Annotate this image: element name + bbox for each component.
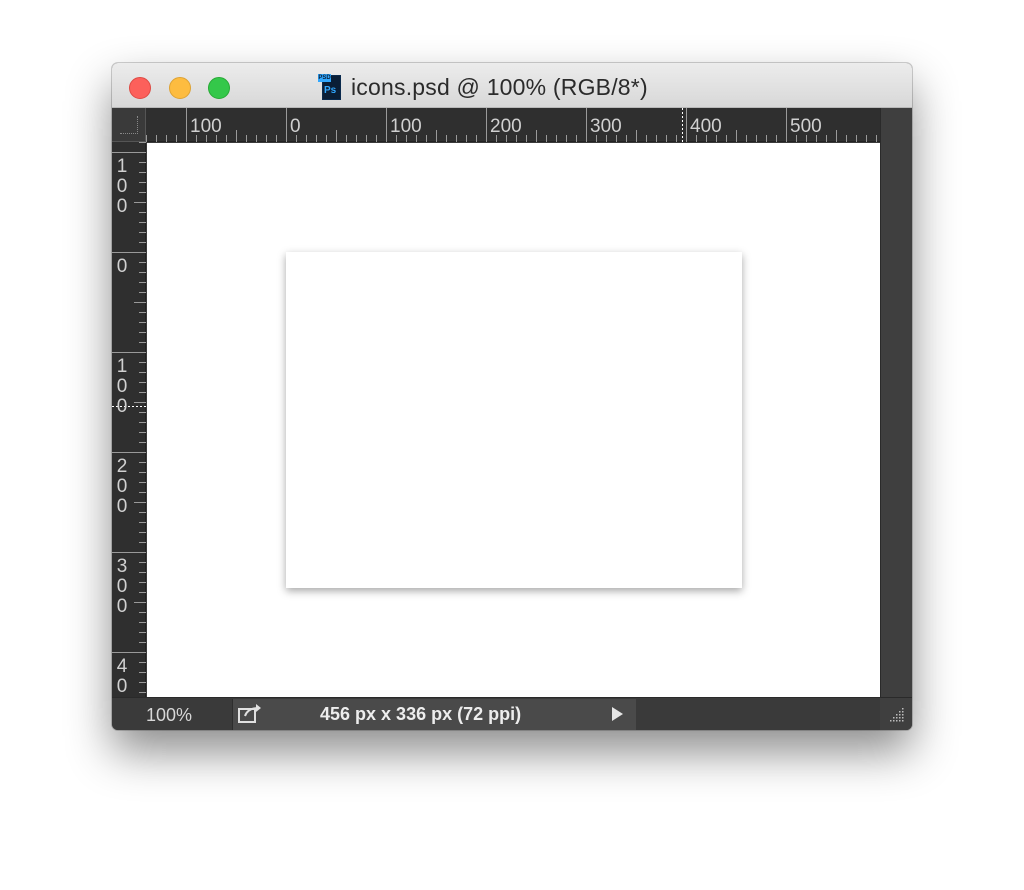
vruler-label: 100 (116, 156, 128, 217)
ps-letters: Ps (324, 85, 337, 96)
psd-file-icon: PSD Ps (318, 73, 342, 101)
horizontal-ruler[interactable]: 100 0 100 200 300 400 500 (146, 108, 880, 142)
minimize-icon[interactable] (169, 77, 191, 99)
play-triangle-icon[interactable] (612, 707, 623, 721)
document-size-text: 456 px x 336 px (72 ppi) (320, 704, 522, 724)
grip-dot (896, 714, 898, 716)
grip-dot (902, 720, 904, 722)
grip-dot (899, 711, 901, 713)
title-bar[interactable]: PSD Ps icons.psd @ 100% (RGB/8*) (112, 63, 912, 108)
hruler-label: 0 (290, 116, 301, 137)
hruler-label: 400 (690, 116, 722, 137)
hruler-label: 500 (790, 116, 822, 137)
grip-dot (893, 717, 895, 719)
window-title-group: PSD Ps icons.psd @ 100% (RGB/8*) (318, 72, 648, 102)
hruler-label: 100 (390, 116, 422, 137)
grip-dot (899, 717, 901, 719)
document-info-field[interactable]: 456 px x 336 px (72 ppi) (268, 699, 636, 730)
grip-dot (899, 720, 901, 722)
grip-dot (899, 714, 901, 716)
grip-dot (902, 711, 904, 713)
document-artboard[interactable] (286, 252, 742, 588)
vruler-label: 40 (116, 656, 128, 697)
psd-tag: PSD (318, 74, 331, 82)
right-scroll-gutter[interactable] (880, 108, 912, 697)
share-icon (238, 704, 261, 723)
hruler-label: 100 (190, 116, 222, 137)
resize-grip[interactable] (880, 698, 912, 730)
grip-dot (902, 717, 904, 719)
hruler-label: 200 (490, 116, 522, 137)
share-button[interactable] (232, 699, 268, 730)
zoom-level[interactable]: 100% (146, 705, 192, 726)
vruler-label: 200 (116, 456, 128, 517)
vertical-ruler[interactable]: 100 0 100 200 300 40 (112, 142, 146, 697)
vruler-label: 300 (116, 556, 128, 617)
grip-dot (890, 720, 892, 722)
vruler-label: 0 (116, 256, 128, 277)
grip-dot (896, 717, 898, 719)
resize-grip-icon (890, 708, 904, 722)
grip-dot (893, 720, 895, 722)
ruler-origin-box[interactable] (112, 108, 146, 142)
grip-dot (902, 714, 904, 716)
maximize-icon[interactable] (208, 77, 230, 99)
hruler-label: 300 (590, 116, 622, 137)
grip-dot (896, 720, 898, 722)
grip-dot (902, 708, 904, 710)
pasteboard-canvas[interactable] (147, 143, 880, 697)
close-icon[interactable] (129, 77, 151, 99)
vruler-label: 100 (116, 356, 128, 417)
photoshop-document-window: PSD Ps icons.psd @ 100% (RGB/8*) 100 0 1… (112, 63, 912, 730)
status-bar: 100% 456 px x 336 px (72 ppi) (112, 697, 912, 730)
window-title: icons.psd @ 100% (RGB/8*) (351, 73, 648, 100)
